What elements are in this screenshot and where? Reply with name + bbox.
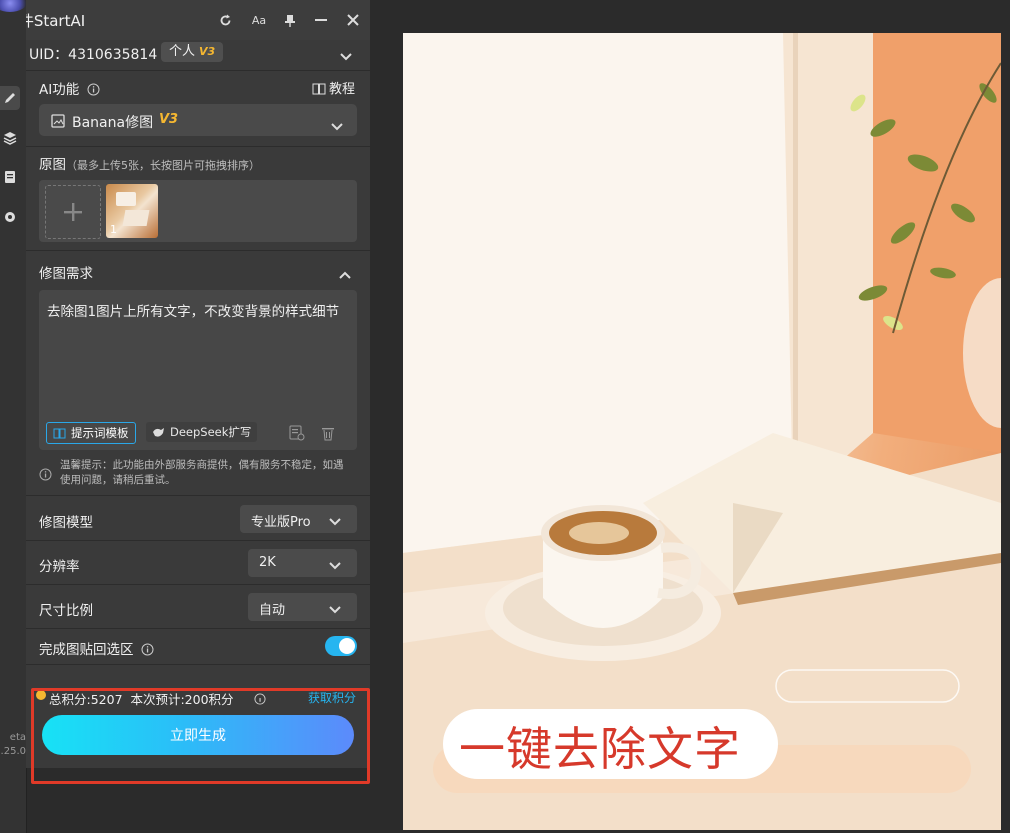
selected-function: Banana修图 <box>72 115 154 131</box>
info-icon[interactable] <box>141 643 154 660</box>
divider <box>26 584 370 585</box>
trash-icon[interactable] <box>321 426 335 445</box>
ai-function-text: AI功能 <box>39 82 80 98</box>
app-logo <box>0 0 28 12</box>
tutorial-text: 教程 <box>329 82 356 97</box>
function-version-badge: V3 <box>159 112 179 127</box>
window-title: s插件StartAI <box>26 12 86 30</box>
prompt-template-label: 提示词模板 <box>71 426 129 440</box>
highlight-frame <box>31 688 370 784</box>
account-row: UID：4310635814 个人 V3 <box>26 40 370 68</box>
plus-icon <box>64 203 82 221</box>
ai-function-select[interactable]: Banana修图 V3 <box>39 104 357 136</box>
divider <box>26 540 370 541</box>
document-icon[interactable] <box>0 165 20 189</box>
source-hint: （最多上传5张，长按图片可拖拽排序） <box>66 159 260 172</box>
thumb-book <box>122 210 150 226</box>
uploaded-image-thumbnail[interactable]: 1 <box>106 184 158 238</box>
thumb-index: 1 <box>110 223 117 236</box>
ai-function-label: AI功能 <box>39 78 100 100</box>
image-edit-icon <box>51 113 65 132</box>
image-upload-area: 1 <box>39 180 357 242</box>
version-text: eta <box>9 732 26 743</box>
divider <box>26 250 370 251</box>
chevron-down-icon <box>329 515 341 530</box>
ratio-select[interactable]: 自动 <box>248 593 357 621</box>
chevron-down-icon[interactable] <box>340 46 352 65</box>
model-label: 修图模型 <box>39 515 93 531</box>
settings-icon[interactable] <box>0 205 20 229</box>
thumb-detail <box>116 192 136 206</box>
pin-icon[interactable] <box>281 11 299 29</box>
version-number: .25.0 <box>0 746 26 757</box>
plan-version: V3 <box>199 45 216 58</box>
request-label: 修图需求 <box>39 266 93 282</box>
request-text: 去除图1图片上所有文字，不改变背景的样式细节 <box>47 304 340 320</box>
divider <box>26 70 370 71</box>
deepseek-label: DeepSeek扩写 <box>170 425 252 439</box>
deepseek-icon <box>152 427 165 438</box>
book-icon <box>312 83 326 99</box>
divider <box>26 495 370 496</box>
info-icon <box>39 466 52 485</box>
close-icon[interactable] <box>344 11 362 29</box>
uid-text: UID：4310635814 <box>29 47 158 63</box>
model-select[interactable]: 专业版Pro <box>240 505 357 533</box>
overlay-text: 一键去除文字 <box>459 722 741 776</box>
divider <box>26 664 370 665</box>
tutorial-link[interactable]: 教程 <box>312 78 355 99</box>
preview-illustration <box>403 33 1001 830</box>
resolution-select[interactable]: 2K <box>248 549 357 577</box>
plugin-panel: s插件StartAI Aa UID：4310635814 个人V3 AI功能 <box>26 0 370 768</box>
font-size-button[interactable]: Aa <box>248 11 270 29</box>
ratio-label: 尺寸比例 <box>39 603 93 619</box>
minimize-icon[interactable] <box>312 11 330 29</box>
ratio-value: 自动 <box>259 603 286 618</box>
edit-icon[interactable] <box>0 86 20 110</box>
paste-back-label: 完成图贴回选区 <box>39 638 154 660</box>
tool-strip: eta .25.0 <box>0 0 28 833</box>
deepseek-expand-button[interactable]: DeepSeek扩写 <box>146 422 258 442</box>
plan-badge: 个人 V3 <box>161 42 224 62</box>
request-textarea[interactable]: 去除图1图片上所有文字，不改变背景的样式细节 提示词模板 DeepSeek扩写 <box>39 290 357 450</box>
chevron-up-icon[interactable] <box>339 264 351 283</box>
source-label-text: 原图 <box>39 157 66 173</box>
divider <box>26 628 370 629</box>
source-image-label: 原图（最多上传5张，长按图片可拖拽排序） <box>39 153 260 173</box>
refresh-icon[interactable] <box>216 11 234 29</box>
layers-icon[interactable] <box>0 126 20 150</box>
chevron-down-icon <box>329 559 341 574</box>
divider <box>26 146 370 147</box>
paste-back-text: 完成图贴回选区 <box>39 642 134 658</box>
info-icon[interactable] <box>87 83 100 100</box>
resolution-label: 分辨率 <box>39 559 80 575</box>
paste-back-toggle[interactable] <box>325 636 357 656</box>
resolution-value: 2K <box>259 555 276 570</box>
preview-image: 一键去除文字 <box>403 33 1001 830</box>
plan-name: 个人 <box>169 44 196 59</box>
notice-text: 温馨提示：此功能由外部服务商提供，偶有服务不稳定，如遇使用问题，请稍后重试。 <box>60 459 344 486</box>
prompt-template-button[interactable]: 提示词模板 <box>46 422 136 444</box>
model-value: 专业版Pro <box>251 515 311 530</box>
history-icon[interactable] <box>289 425 305 445</box>
chevron-down-icon <box>331 116 343 135</box>
add-image-button[interactable] <box>45 185 101 239</box>
book-icon <box>53 428 66 439</box>
chevron-down-icon <box>329 603 341 618</box>
title-bar: s插件StartAI Aa <box>26 0 370 41</box>
